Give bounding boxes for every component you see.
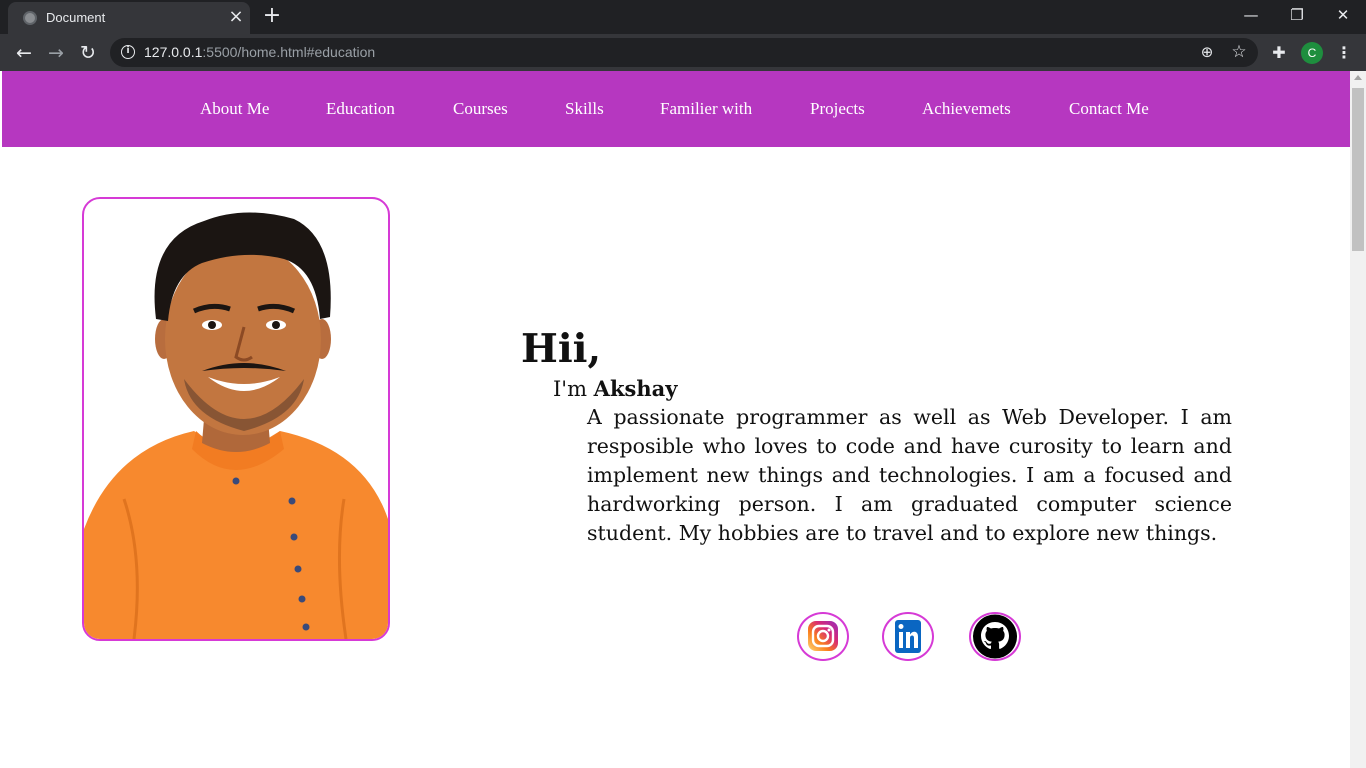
github-link[interactable] [969,612,1021,661]
reload-button[interactable]: ↻ [75,40,101,66]
vertical-scrollbar[interactable] [1350,71,1366,768]
profile-photo [82,197,390,641]
intro-line: I'm Akshay [553,376,677,401]
scroll-up-arrow-icon[interactable] [1354,75,1362,80]
browser-toolbar: ← → ↻ i 127.0.0.1:5500/home.html#educati… [0,34,1366,71]
restore-button[interactable]: ❐ [1274,0,1320,32]
nav-achievemets[interactable]: Achievemets [922,99,1011,119]
instagram-icon [808,621,838,651]
extensions-icon[interactable]: ✚ [1268,42,1290,64]
nav-about-me[interactable]: About Me [200,99,269,119]
name-text: Akshay [593,376,678,401]
globe-icon [23,11,37,25]
window-close-button[interactable]: ✕ [1320,0,1366,32]
page-viewport: About Me Education Courses Skills Famili… [0,71,1350,768]
browser-tabstrip: Document × + — ❐ ✕ [0,0,1366,34]
close-icon[interactable]: × [226,7,246,27]
nav-contact-me[interactable]: Contact Me [1069,99,1149,119]
url-host: 127.0.0.1 [144,44,203,60]
profile-avatar[interactable]: C [1301,42,1323,64]
url-text[interactable]: 127.0.0.1:5500/home.html#education [144,44,375,60]
site-navbar: About Me Education Courses Skills Famili… [2,71,1350,147]
back-button[interactable]: ← [11,40,37,66]
intro-prefix: I'm [553,377,594,401]
forward-button[interactable]: → [43,40,69,66]
greeting-heading: Hii, [521,326,602,372]
zoom-icon[interactable]: ⊕ [1197,42,1217,62]
nav-skills[interactable]: Skills [565,99,604,119]
portrait-illustration [84,212,388,639]
linkedin-icon [895,620,921,653]
minimize-button[interactable]: — [1228,0,1274,32]
address-bar[interactable]: i 127.0.0.1:5500/home.html#education ⊕ ☆ [110,38,1258,67]
instagram-link[interactable] [797,612,849,661]
nav-education[interactable]: Education [326,99,395,119]
scrollbar-thumb[interactable] [1352,88,1364,251]
url-path: :5500/home.html#education [202,44,376,60]
github-icon [973,614,1017,659]
nav-familier-with[interactable]: Familier with [660,99,752,119]
browser-tab[interactable]: Document × [8,2,250,34]
linkedin-link[interactable] [882,612,934,661]
bio-paragraph: A passionate programmer as well as Web D… [587,405,1232,545]
tab-title: Document [46,10,106,25]
menu-icon[interactable]: ⋮ [1334,42,1354,64]
nav-courses[interactable]: Courses [453,99,508,119]
info-icon[interactable]: i [121,45,135,59]
nav-projects[interactable]: Projects [810,99,865,119]
bookmark-star-icon[interactable]: ☆ [1229,42,1249,62]
new-tab-button[interactable]: + [260,4,284,28]
